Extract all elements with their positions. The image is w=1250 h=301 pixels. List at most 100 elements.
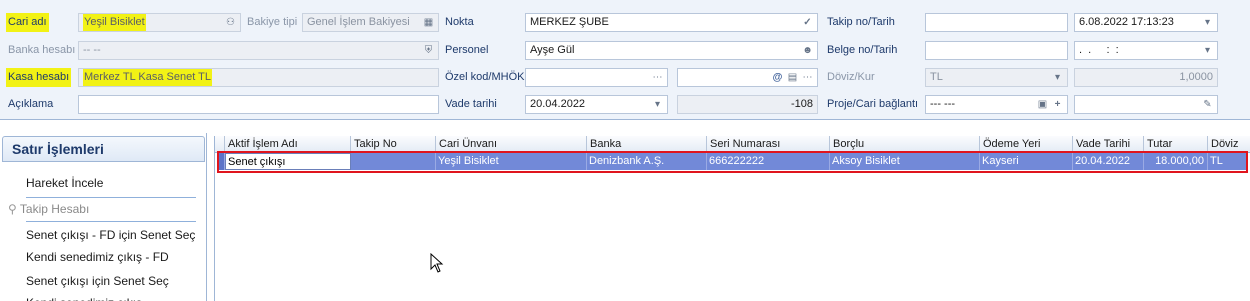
banka-hesabi-field[interactable]: -- -- ⛨ — [78, 41, 439, 60]
belge-no-input[interactable] — [925, 41, 1068, 60]
vade-tarihi-field[interactable]: 20.04.2022 ▾ — [525, 95, 668, 114]
column-header[interactable]: Aktif İşlem Adı — [225, 136, 351, 153]
cari-adi-value: Yeşil Bisiklet — [83, 14, 146, 31]
vade-tarihi-value: 20.04.2022 — [530, 98, 586, 110]
vade-tarihi-label: Vade tarihi — [445, 98, 497, 110]
sidebar-item-takip-hesabi: ⚲ Takip Hesabı — [8, 199, 183, 219]
sidebar-item-hareket-incele[interactable]: Hareket İncele — [26, 173, 201, 193]
table-cell-doviz[interactable]: TL — [1208, 153, 1248, 170]
sidebar-item-kendi-senedimiz-fd[interactable]: Kendi senedimiz çıkış - FD — [26, 247, 201, 267]
row-actions-panel: Satır İşlemleri Hareket İncele ⚲ Takip H… — [0, 133, 207, 301]
ozel-kod-input[interactable]: ⋯ — [525, 68, 668, 87]
column-header[interactable]: Seri Numarası — [707, 136, 830, 153]
table-cell-aktif-islem[interactable]: Senet çıkışı — [225, 153, 351, 170]
personel-label: Personel — [445, 44, 489, 56]
doviz-value: TL — [930, 71, 943, 83]
cari-baglanti-field[interactable]: ✎ — [1074, 95, 1218, 114]
check-icon[interactable]: ✓ — [800, 15, 815, 30]
person-search-icon[interactable]: ☻ — [800, 43, 815, 58]
takip-tarih-value: 6.08.2022 17:13:23 — [1079, 16, 1174, 28]
column-header[interactable]: Vade Tarihi — [1073, 136, 1144, 153]
eraser-icon[interactable]: ✎ — [1200, 97, 1215, 112]
kasa-hesabi-field[interactable]: Merkez TL Kasa Senet TL — [78, 68, 439, 87]
mouse-cursor-icon — [430, 253, 444, 273]
divider — [26, 221, 196, 222]
add-icon[interactable]: + — [1050, 97, 1065, 112]
divider — [26, 197, 196, 198]
chevron-down-icon[interactable]: ▾ — [650, 97, 665, 112]
list-icon[interactable]: ▤ — [785, 70, 800, 85]
proje-field[interactable]: --- --- ▣ + — [925, 95, 1068, 114]
banka-hesabi-value: -- -- — [83, 44, 101, 56]
kasa-hesabi-label: Kasa hesabı — [6, 68, 72, 87]
personel-field[interactable]: Ayşe Gül ☻ — [525, 41, 818, 60]
column-header[interactable]: Banka — [587, 136, 707, 153]
takip-no-label: Takip no/Tarih — [827, 16, 895, 28]
belge-no-label: Belge no/Tarih — [827, 44, 898, 56]
lens-icon: ⚲ — [8, 202, 17, 216]
belge-tarih-field[interactable]: . . : : ▾ — [1074, 41, 1218, 60]
bakiye-tipi-field[interactable]: Genel İşlem Bakiyesi ▦ — [302, 13, 439, 32]
table-cell-odeme-yeri[interactable]: Kayseri — [980, 153, 1073, 170]
lock-icon[interactable]: ▣ — [1035, 97, 1050, 112]
cari-lookup-icon[interactable]: ⚇ — [223, 15, 238, 30]
table-cell-tutar[interactable]: 18.000,00 — [1144, 153, 1208, 170]
nokta-field[interactable]: MERKEZ ŞUBE ✓ — [525, 13, 818, 32]
transactions-grid[interactable]: Aktif İşlem Adı Takip No Cari Ünvanı Ban… — [214, 136, 1250, 301]
row-indicator[interactable] — [217, 153, 225, 170]
sidebar-item-senet-cikisi-sec[interactable]: Senet çıkışı için Senet Seç — [26, 271, 201, 291]
aciklama-input[interactable] — [78, 95, 439, 114]
column-header[interactable]: Cari Ünvanı — [436, 136, 587, 153]
bank-icon[interactable]: ⛨ — [421, 43, 436, 58]
nokta-value: MERKEZ ŞUBE — [530, 16, 609, 28]
grid-header: Aktif İşlem Adı Takip No Cari Ünvanı Ban… — [215, 136, 1250, 153]
ellipsis-icon[interactable]: ⋯ — [650, 70, 665, 85]
ellipsis-icon[interactable]: ⋯ — [800, 70, 815, 85]
table-cell-seri-numarasi[interactable]: 666222222 — [707, 153, 830, 170]
table-cell-vade-tarihi[interactable]: 20.04.2022 — [1073, 153, 1144, 170]
column-header[interactable]: Döviz — [1208, 136, 1250, 153]
row-actions-title: Satır İşlemleri — [2, 136, 205, 162]
at-icon[interactable]: @ — [770, 70, 785, 85]
kasa-hesabi-value: Merkez TL Kasa Senet TL — [83, 69, 212, 86]
chevron-down-icon[interactable]: ▾ — [1200, 43, 1215, 58]
sidebar-item-senet-cikisi-fd-sec[interactable]: Senet çıkışı - FD için Senet Seç — [26, 225, 201, 245]
table-cell-borclu[interactable]: Aksoy Bisiklet — [830, 153, 980, 170]
proje-value: --- --- — [930, 98, 956, 110]
cari-adi-label: Cari adı — [6, 13, 49, 32]
bakiye-tipi-label: Bakiye tipi — [247, 16, 298, 28]
table-row[interactable]: Senet çıkışı Yeşil Bisiklet Denizbank A.… — [217, 153, 1248, 170]
table-cell-cari-unvani[interactable]: Yeşil Bisiklet — [436, 153, 587, 170]
banka-hesabi-label: Banka hesabı — [8, 44, 76, 56]
nokta-label: Nokta — [445, 16, 474, 28]
sidebar-item-kendi-senedimiz[interactable]: Kendi senedimiz çıkış — [26, 293, 201, 301]
ozel-kod-label: Özel kod/MHÖK — [445, 71, 525, 83]
vade-gun-value: -108 — [790, 98, 813, 110]
proje-cari-label: Proje/Cari bağlantı — [827, 98, 919, 110]
chevron-down-icon[interactable]: ▾ — [1050, 70, 1065, 85]
personel-value: Ayşe Gül — [530, 44, 575, 56]
row-indicator-header — [215, 136, 225, 153]
table-cell-takip-no[interactable] — [351, 153, 436, 170]
bakiye-tipi-value: Genel İşlem Bakiyesi — [307, 16, 410, 28]
doviz-select[interactable]: TL ▾ — [925, 68, 1068, 87]
belge-tarih-value: . . : : — [1079, 44, 1119, 56]
takip-no-input[interactable] — [925, 13, 1068, 32]
vade-gun-field: -108 — [677, 95, 818, 114]
document-header-form: Cari adı Yeşil Bisiklet ⚇ Bakiye tipi Ge… — [0, 0, 1250, 120]
chevron-down-icon[interactable]: ▾ — [1200, 15, 1215, 30]
cari-adi-field[interactable]: Yeşil Bisiklet ⚇ — [78, 13, 241, 32]
sidebar-item-label: Takip Hesabı — [19, 202, 90, 216]
column-header[interactable]: Takip No — [351, 136, 436, 153]
mhok-input[interactable]: @ ▤ ⋯ — [677, 68, 818, 87]
column-header[interactable]: Borçlu — [830, 136, 980, 153]
calculator-icon[interactable]: ▦ — [421, 15, 436, 30]
column-header[interactable]: Ödeme Yeri — [980, 136, 1073, 153]
takip-tarih-field[interactable]: 6.08.2022 17:13:23 ▾ — [1074, 13, 1218, 32]
aciklama-label: Açıklama — [8, 98, 54, 110]
kur-value: 1,0000 — [1179, 71, 1213, 83]
table-cell-banka[interactable]: Denizbank A.Ş. — [587, 153, 707, 170]
doviz-kur-label: Döviz/Kur — [827, 71, 875, 83]
column-header[interactable]: Tutar — [1144, 136, 1208, 153]
kur-field[interactable]: 1,0000 — [1074, 68, 1218, 87]
